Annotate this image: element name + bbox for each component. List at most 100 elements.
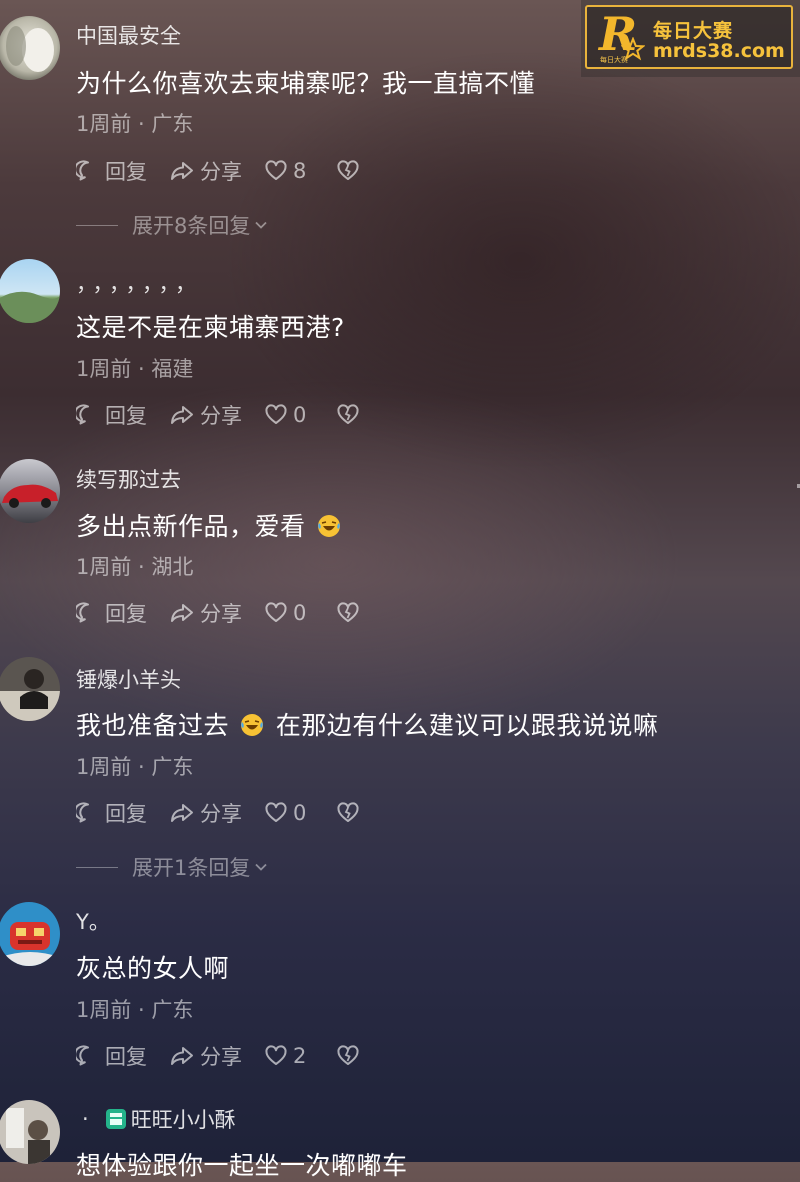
share-label: 分享 bbox=[200, 802, 242, 826]
reply-button[interactable]: 回复 bbox=[76, 798, 147, 828]
share-arrow-icon bbox=[171, 804, 193, 822]
comment-text-before: 我也准备过去 bbox=[76, 711, 230, 740]
share-arrow-icon bbox=[171, 406, 193, 424]
dislike-button[interactable] bbox=[336, 801, 365, 825]
comment-text: 灰总的女人啊 bbox=[76, 954, 230, 983]
comment-username[interactable]: · 旺旺小小酥 bbox=[76, 1104, 236, 1134]
expand-replies-label: 展开8条回复 bbox=[132, 214, 251, 238]
comment-actions: 回复 分享 8 bbox=[76, 156, 387, 186]
dislike-button[interactable] bbox=[336, 159, 365, 183]
like-count: 0 bbox=[293, 403, 307, 427]
comment-meta: 1周前 · 广东 bbox=[76, 112, 194, 136]
reply-button[interactable]: 回复 bbox=[76, 156, 147, 186]
comment-meta: 1周前 · 福建 bbox=[76, 357, 194, 381]
chat-bubble-icon bbox=[76, 1045, 89, 1066]
laugh-cry-emoji bbox=[241, 714, 264, 736]
broken-heart-icon bbox=[337, 160, 359, 180]
share-arrow-icon bbox=[171, 604, 193, 622]
share-label: 分享 bbox=[200, 404, 242, 428]
comment-text: 这是不是在柬埔寨西港? bbox=[76, 313, 345, 342]
comment-username[interactable]: 中国最安全 bbox=[76, 20, 181, 50]
chat-bubble-icon bbox=[76, 602, 89, 623]
chevron-down-icon bbox=[255, 863, 268, 871]
avatar[interactable] bbox=[0, 259, 60, 323]
chevron-down-icon bbox=[255, 221, 268, 229]
like-button[interactable]: 0 bbox=[264, 601, 306, 625]
like-count: 2 bbox=[293, 1044, 307, 1068]
avatar[interactable] bbox=[0, 459, 60, 523]
divider-line bbox=[76, 866, 118, 868]
broken-heart-icon bbox=[337, 802, 359, 822]
dislike-button[interactable] bbox=[336, 1044, 365, 1068]
avatar[interactable] bbox=[0, 16, 60, 80]
comment-username[interactable]: ，，，，，，， bbox=[76, 268, 202, 298]
heart-icon bbox=[265, 802, 287, 822]
comment-text: 多出点新作品，爱看 bbox=[76, 507, 344, 543]
avatar[interactable] bbox=[0, 657, 60, 721]
heart-icon bbox=[265, 160, 287, 180]
share-button[interactable]: 分享 bbox=[169, 400, 242, 430]
like-button[interactable]: 0 bbox=[264, 801, 306, 825]
comment-username[interactable]: 续写那过去 bbox=[76, 464, 181, 494]
watermark-logo: R 每日大赛 每日大赛 mrds38.com bbox=[581, 0, 800, 77]
reply-button[interactable]: 回复 bbox=[76, 598, 147, 628]
username-prefix: · bbox=[82, 1107, 89, 1131]
reply-label: 回复 bbox=[105, 802, 147, 826]
comment-username[interactable]: 锤爆小羊头 bbox=[76, 664, 181, 694]
like-button[interactable]: 2 bbox=[264, 1044, 306, 1068]
watermark-badge-small: 每日大赛 bbox=[600, 56, 628, 64]
chat-bubble-icon bbox=[76, 404, 89, 425]
share-button[interactable]: 分享 bbox=[169, 1041, 242, 1071]
broken-heart-icon bbox=[337, 404, 359, 424]
comment-meta: 1周前 · 湖北 bbox=[76, 555, 194, 579]
watermark-url: mrds38.com bbox=[653, 40, 785, 62]
comment-meta: 1周前 · 广东 bbox=[76, 998, 194, 1022]
chat-bubble-icon bbox=[76, 160, 89, 181]
share-button[interactable]: 分享 bbox=[169, 798, 242, 828]
reply-label: 回复 bbox=[105, 160, 147, 184]
like-button[interactable]: 0 bbox=[264, 403, 306, 427]
like-count: 8 bbox=[293, 159, 307, 183]
share-button[interactable]: 分享 bbox=[169, 598, 242, 628]
comment-text-after: 在那边有什么建议可以跟我说说嘛 bbox=[275, 711, 659, 740]
avatar[interactable] bbox=[0, 1100, 60, 1164]
comment-actions: 回复 分享 2 bbox=[76, 1041, 387, 1071]
avatar[interactable] bbox=[0, 902, 60, 966]
dislike-button[interactable] bbox=[336, 601, 365, 625]
reply-label: 回复 bbox=[105, 1045, 147, 1069]
comment-actions: 回复 分享 0 bbox=[76, 798, 387, 828]
comment-actions: 回复 分享 0 bbox=[76, 598, 387, 628]
reply-label: 回复 bbox=[105, 602, 147, 626]
comment-username[interactable]: Y。 bbox=[76, 906, 110, 936]
broken-heart-icon bbox=[337, 1045, 359, 1065]
like-count: 0 bbox=[293, 801, 307, 825]
broken-heart-icon bbox=[337, 602, 359, 622]
like-button[interactable]: 8 bbox=[264, 159, 306, 183]
expand-replies-button[interactable]: 展开1条回复 bbox=[76, 852, 269, 882]
comment-actions: 回复 分享 0 bbox=[76, 400, 387, 430]
comment-text: 想体验跟你一起坐一次嘟嘟车 bbox=[76, 1151, 408, 1180]
badge-icon bbox=[105, 1109, 126, 1129]
expand-replies-button[interactable]: 展开8条回复 bbox=[76, 210, 269, 240]
comment-text-body: 多出点新作品，爱看 bbox=[76, 512, 306, 541]
watermark-frame: R 每日大赛 每日大赛 mrds38.com bbox=[585, 5, 793, 69]
reply-button[interactable]: 回复 bbox=[76, 400, 147, 430]
share-button[interactable]: 分享 bbox=[169, 156, 242, 186]
heart-icon bbox=[265, 1045, 287, 1065]
username-text: 旺旺小小酥 bbox=[130, 1108, 236, 1132]
comment-text: 我也准备过去 在那边有什么建议可以跟我说说嘛 bbox=[76, 706, 658, 742]
share-label: 分享 bbox=[200, 1045, 242, 1069]
share-arrow-icon bbox=[171, 162, 193, 180]
share-arrow-icon bbox=[171, 1047, 193, 1065]
reply-button[interactable]: 回复 bbox=[76, 1041, 147, 1071]
dislike-button[interactable] bbox=[336, 403, 365, 427]
heart-icon bbox=[265, 602, 287, 622]
like-count: 0 bbox=[293, 601, 307, 625]
watermark-title: 每日大赛 bbox=[653, 20, 734, 42]
divider-line bbox=[76, 224, 118, 226]
reply-label: 回复 bbox=[105, 404, 147, 428]
heart-icon bbox=[265, 404, 287, 424]
expand-replies-label: 展开1条回复 bbox=[132, 856, 251, 880]
laugh-cry-emoji bbox=[317, 515, 340, 537]
comment-meta: 1周前 · 广东 bbox=[76, 755, 194, 779]
